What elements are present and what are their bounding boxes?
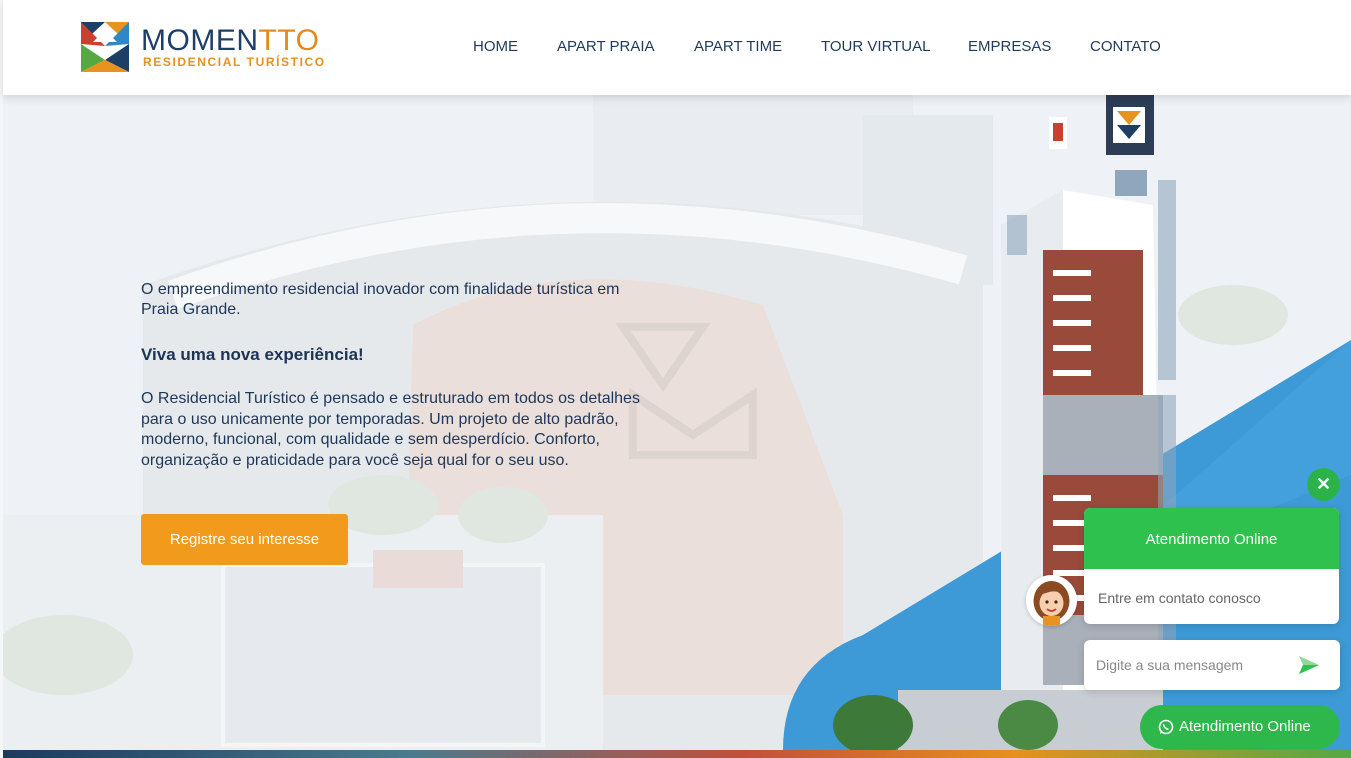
logo-mark-icon (81, 22, 129, 72)
bottom-color-strip (3, 750, 1351, 758)
brand-logo[interactable]: MOMENTTO RESIDENCIAL TURÍSTICO (81, 22, 331, 74)
avatar-icon (1026, 575, 1077, 626)
nav-apart-praia[interactable]: APART PRAIA (557, 38, 655, 55)
nav-apart-time[interactable]: APART TIME (694, 38, 782, 55)
whatsapp-chat-button[interactable]: Atendimento Online (1140, 705, 1340, 749)
logo-wordmark: MOMENTTO (141, 24, 319, 58)
nav-tour-virtual[interactable]: TOUR VIRTUAL (821, 38, 930, 55)
register-interest-button[interactable]: Registre seu interesse (141, 514, 348, 565)
hero-intro: O empreendimento residencial inovador co… (141, 281, 620, 318)
close-icon: ✕ (1315, 474, 1332, 494)
chat-message-input[interactable]: Digite a sua mensagem (1084, 640, 1340, 690)
chat-input-placeholder: Digite a sua mensagem (1096, 657, 1244, 673)
logo-name-part1: MOMEN (141, 24, 259, 57)
nav-home[interactable]: HOME (473, 38, 518, 55)
hero-description: O Residencial Turístico é pensado e estr… (141, 390, 640, 469)
chat-panel: Atendimento Online Entre em contato cono… (1084, 508, 1339, 624)
chat-subtitle: Entre em contato conosco (1098, 590, 1261, 606)
chat-close-button[interactable]: ✕ (1307, 468, 1340, 501)
send-icon[interactable] (1297, 654, 1321, 676)
nav-contato[interactable]: CONTATO (1090, 38, 1161, 55)
nav-empresas[interactable]: EMPRESAS (968, 38, 1051, 55)
chat-avatar (1026, 575, 1077, 626)
site-header: MOMENTTO RESIDENCIAL TURÍSTICO HOME APAR… (3, 0, 1351, 95)
logo-name-part2: TTO (258, 24, 320, 57)
hero-text-block: O empreendimento residencial inovador co… (141, 280, 651, 471)
hero-subtitle: Viva uma nova experiência! (141, 345, 364, 364)
whatsapp-label: Atendimento Online (1179, 718, 1311, 735)
whatsapp-icon (1158, 719, 1174, 735)
logo-tagline: RESIDENCIAL TURÍSTICO (143, 55, 326, 69)
chat-title: Atendimento Online (1084, 508, 1339, 569)
